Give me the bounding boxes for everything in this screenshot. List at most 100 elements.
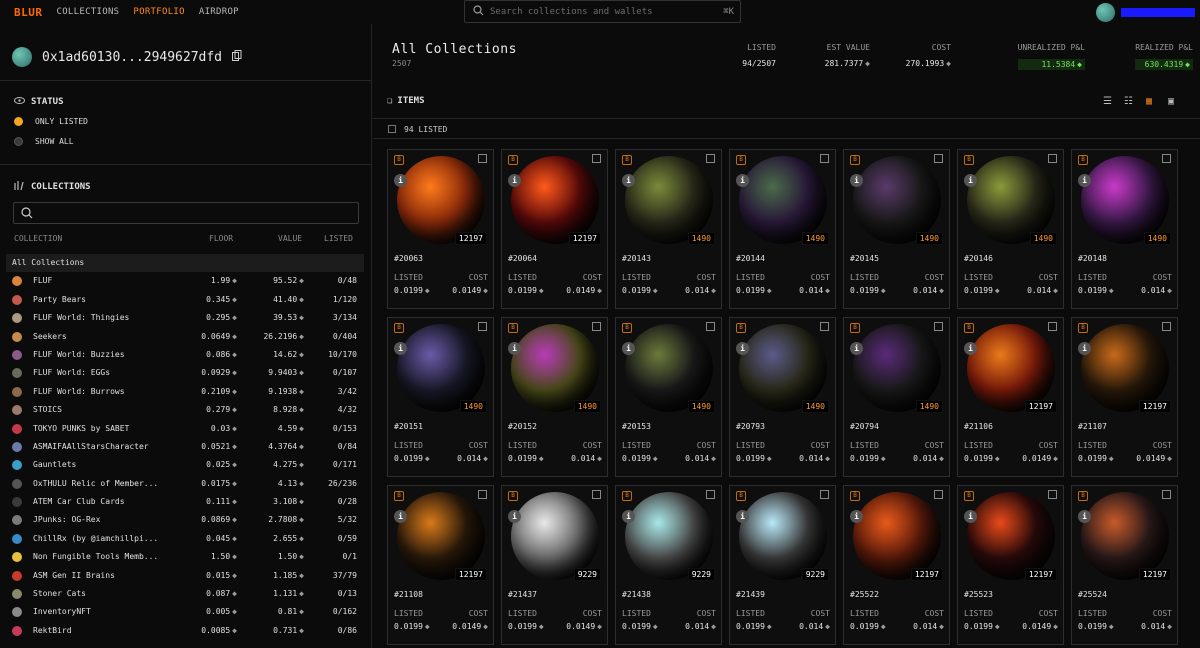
- select-checkbox[interactable]: [592, 490, 601, 499]
- nft-card[interactable]: Bi 12197 #21106 LISTED COST 0.0199 ◆ 0.0149 ◆: [957, 317, 1064, 477]
- status-show-all[interactable]: SHOW ALL: [14, 137, 74, 146]
- info-icon[interactable]: i: [964, 510, 977, 523]
- nft-card[interactable]: Bi 1490 #20144 LISTED COST 0.0199 ◆ 0.014 ◆: [729, 149, 836, 309]
- collection-row[interactable]: FLUF World: Burrows 0.2109 ◆ 9.1938 ◆ 3/42: [6, 383, 364, 401]
- collection-row[interactable]: TOKYO PUNKS by SABET 0.03 ◆ 4.59 ◆ 0/153: [6, 420, 364, 438]
- collection-row[interactable]: ASMAIFAAllStarsCharacter 0.0521 ◆ 4.3764 ◆ 0/…: [6, 438, 364, 456]
- collection-row[interactable]: InventoryNFT 0.005 ◆ 0.81 ◆ 0/162: [6, 603, 364, 621]
- large-grid-icon[interactable]: ▣: [1168, 96, 1174, 107]
- grid-view-icon[interactable]: ▦: [1146, 96, 1152, 107]
- collection-search-input[interactable]: [13, 202, 359, 224]
- select-checkbox[interactable]: [1162, 322, 1171, 331]
- collection-row[interactable]: Stoner Cats 0.087 ◆ 1.131 ◆ 0/13: [6, 585, 364, 603]
- nav-portfolio[interactable]: PORTFOLIO: [133, 7, 184, 17]
- collection-row[interactable]: Gauntlets 0.025 ◆ 4.275 ◆ 0/171: [6, 456, 364, 474]
- blur-logo[interactable]: BLUR: [14, 6, 43, 19]
- select-checkbox[interactable]: [1048, 154, 1057, 163]
- collection-row[interactable]: JPunks: OG-Rex 0.0869 ◆ 2.7808 ◆ 5/32: [6, 511, 364, 529]
- info-icon[interactable]: i: [850, 174, 863, 187]
- list-view-icon[interactable]: ☰: [1103, 96, 1112, 107]
- select-checkbox[interactable]: [478, 154, 487, 163]
- nft-card[interactable]: Bi 1490 #20152 LISTED COST 0.0199 ◆ 0.014 ◆: [501, 317, 608, 477]
- select-checkbox[interactable]: [478, 322, 487, 331]
- status-only-listed[interactable]: ONLY LISTED: [14, 117, 88, 126]
- info-icon[interactable]: i: [1078, 342, 1091, 355]
- nav-collections[interactable]: COLLECTIONS: [57, 7, 120, 17]
- nft-card[interactable]: Bi 12197 #25522 LISTED COST 0.0199 ◆ 0.014 ◆: [843, 485, 950, 645]
- collection-row[interactable]: FLUF 1.99 ◆ 95.52 ◆ 0/48: [6, 272, 364, 290]
- nft-card[interactable]: Bi 1490 #20148 LISTED COST 0.0199 ◆ 0.014 ◆: [1071, 149, 1178, 309]
- user-name-redacted[interactable]: [1121, 8, 1195, 17]
- collection-row[interactable]: Seekers 0.0649 ◆ 26.2196 ◆ 0/404: [6, 328, 364, 346]
- nft-card[interactable]: Bi 12197 #20064 LISTED COST 0.0199 ◆ 0.0149 ◆: [501, 149, 608, 309]
- all-collections-row[interactable]: All Collections: [6, 254, 364, 273]
- info-icon[interactable]: i: [850, 342, 863, 355]
- header-collection[interactable]: COLLECTION: [14, 234, 62, 243]
- nft-card[interactable]: Bi 12197 #21108 LISTED COST 0.0199 ◆ 0.0149 ◆: [387, 485, 494, 645]
- select-checkbox[interactable]: [1162, 154, 1171, 163]
- compact-list-icon[interactable]: ☷: [1124, 96, 1133, 107]
- nft-card[interactable]: Bi 9229 #21439 LISTED COST 0.0199 ◆ 0.014 ◆: [729, 485, 836, 645]
- info-icon[interactable]: i: [622, 342, 635, 355]
- global-search[interactable]: Search collections and wallets ⌘K: [464, 0, 741, 23]
- nft-card[interactable]: Bi 1490 #20146 LISTED COST 0.0199 ◆ 0.014 ◆: [957, 149, 1064, 309]
- nft-card[interactable]: Bi 9229 #21437 LISTED COST 0.0199 ◆ 0.0149 ◆: [501, 485, 608, 645]
- nav-airdrop[interactable]: AIRDROP: [199, 7, 239, 17]
- info-icon[interactable]: i: [736, 342, 749, 355]
- info-icon[interactable]: i: [394, 174, 407, 187]
- info-icon[interactable]: i: [394, 342, 407, 355]
- select-all-checkbox[interactable]: [388, 125, 396, 133]
- select-checkbox[interactable]: [820, 154, 829, 163]
- collection-row[interactable]: OxTHULU Relic of Member... 0.0175 ◆ 4.13 ◆ 26…: [6, 475, 364, 493]
- nft-card[interactable]: Bi 1490 #20145 LISTED COST 0.0199 ◆ 0.014 ◆: [843, 149, 950, 309]
- collection-row[interactable]: ASM Gen II Brains 0.015 ◆ 1.185 ◆ 37/79: [6, 567, 364, 585]
- collection-row[interactable]: FLUF World: Buzzies 0.086 ◆ 14.62 ◆ 10/170: [6, 346, 364, 364]
- copy-icon[interactable]: [232, 49, 242, 65]
- select-checkbox[interactable]: [934, 322, 943, 331]
- info-icon[interactable]: i: [622, 510, 635, 523]
- info-icon[interactable]: i: [508, 174, 521, 187]
- select-checkbox[interactable]: [706, 154, 715, 163]
- info-icon[interactable]: i: [736, 510, 749, 523]
- info-icon[interactable]: i: [736, 174, 749, 187]
- info-icon[interactable]: i: [508, 342, 521, 355]
- user-avatar[interactable]: [1096, 3, 1115, 22]
- collection-row[interactable]: Non Fungible Tools Memb... 1.50 ◆ 1.50 ◆ 0/1: [6, 548, 364, 566]
- nft-card[interactable]: Bi 1490 #20794 LISTED COST 0.0199 ◆ 0.014 ◆: [843, 317, 950, 477]
- info-icon[interactable]: i: [964, 174, 977, 187]
- select-checkbox[interactable]: [1162, 490, 1171, 499]
- info-icon[interactable]: i: [850, 510, 863, 523]
- select-checkbox[interactable]: [706, 490, 715, 499]
- nft-card[interactable]: Bi 12197 #21107 LISTED COST 0.0199 ◆ 0.0149 ◆: [1071, 317, 1178, 477]
- select-checkbox[interactable]: [820, 490, 829, 499]
- nft-card[interactable]: Bi 1490 #20153 LISTED COST 0.0199 ◆ 0.014 ◆: [615, 317, 722, 477]
- nft-card[interactable]: Bi 12197 #25523 LISTED COST 0.0199 ◆ 0.0149 ◆: [957, 485, 1064, 645]
- collection-row[interactable]: STOICS 0.279 ◆ 8.928 ◆ 4/32: [6, 401, 364, 419]
- collection-row[interactable]: FLUF World: Thingies 0.295 ◆ 39.53 ◆ 3/134: [6, 309, 364, 327]
- select-checkbox[interactable]: [592, 322, 601, 331]
- nft-card[interactable]: Bi 1490 #20151 LISTED COST 0.0199 ◆ 0.014 ◆: [387, 317, 494, 477]
- header-listed[interactable]: LISTED: [324, 234, 353, 243]
- nft-card[interactable]: Bi 1490 #20143 LISTED COST 0.0199 ◆ 0.014 ◆: [615, 149, 722, 309]
- select-checkbox[interactable]: [820, 322, 829, 331]
- nft-card[interactable]: Bi 9229 #21438 LISTED COST 0.0199 ◆ 0.014 ◆: [615, 485, 722, 645]
- header-value[interactable]: VALUE: [278, 234, 302, 243]
- info-icon[interactable]: i: [508, 510, 521, 523]
- info-icon[interactable]: i: [1078, 510, 1091, 523]
- collection-row[interactable]: RektBird 0.0085 ◆ 0.731 ◆ 0/86: [6, 622, 364, 640]
- select-checkbox[interactable]: [1048, 490, 1057, 499]
- nft-card[interactable]: Bi 12197 #25524 LISTED COST 0.0199 ◆ 0.014 ◆: [1071, 485, 1178, 645]
- select-checkbox[interactable]: [592, 154, 601, 163]
- nft-card[interactable]: Bi 1490 #20793 LISTED COST 0.0199 ◆ 0.014 ◆: [729, 317, 836, 477]
- select-checkbox[interactable]: [706, 322, 715, 331]
- collection-row[interactable]: ChillRx (by @iamchillpi... 0.045 ◆ 2.655 ◆ 0/…: [6, 530, 364, 548]
- select-checkbox[interactable]: [934, 154, 943, 163]
- collection-row[interactable]: ATEM Car Club Cards 0.111 ◆ 3.108 ◆ 0/28: [6, 493, 364, 511]
- info-icon[interactable]: i: [622, 174, 635, 187]
- select-checkbox[interactable]: [478, 490, 487, 499]
- collection-row[interactable]: Party Bears 0.345 ◆ 41.40 ◆ 1/120: [6, 291, 364, 309]
- info-icon[interactable]: i: [964, 342, 977, 355]
- info-icon[interactable]: i: [1078, 174, 1091, 187]
- nft-card[interactable]: Bi 12197 #20063 LISTED COST 0.0199 ◆ 0.0149 ◆: [387, 149, 494, 309]
- collection-row[interactable]: FLUF World: EGGs 0.0929 ◆ 9.9403 ◆ 0/107: [6, 364, 364, 382]
